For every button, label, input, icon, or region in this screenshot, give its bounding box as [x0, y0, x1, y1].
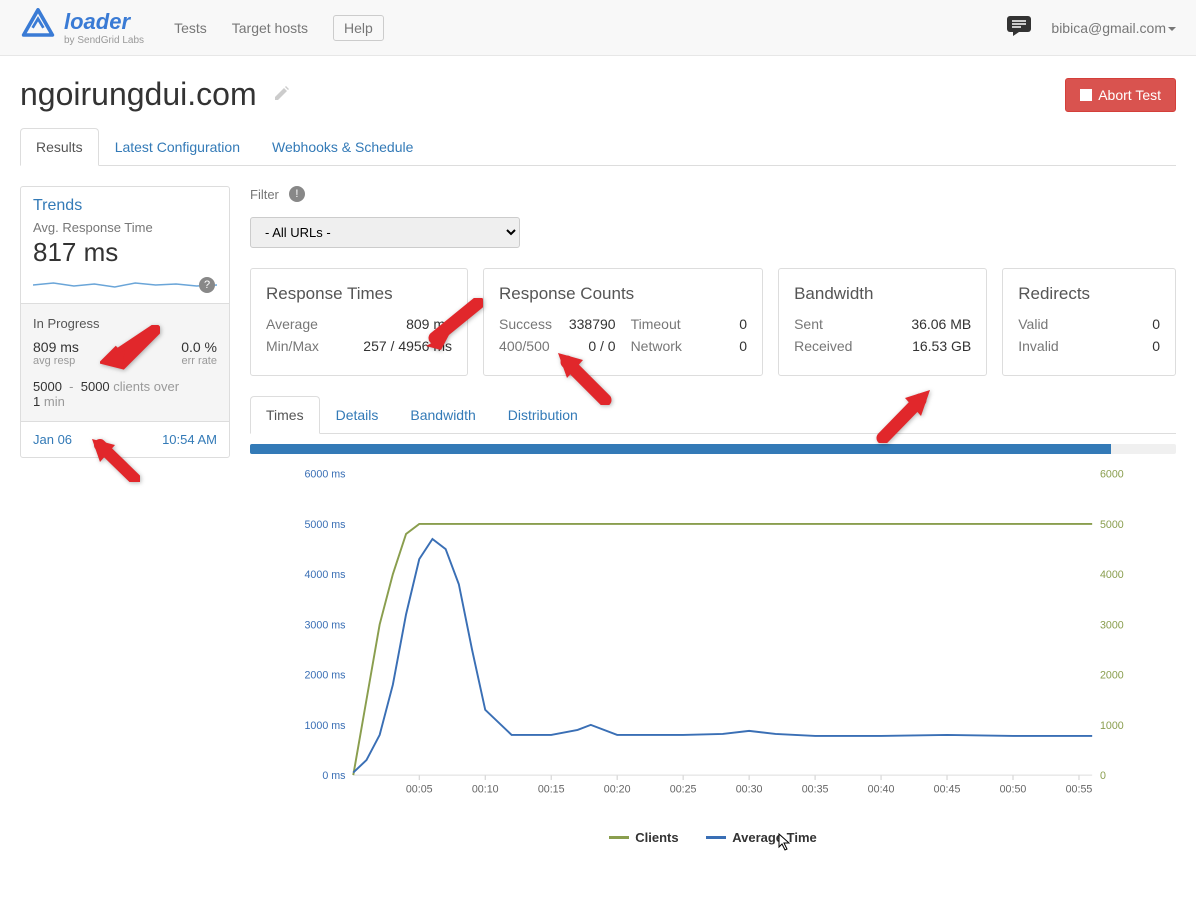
main-tabs: Results Latest Configuration Webhooks & …: [20, 128, 1176, 166]
svg-text:6000 ms: 6000 ms: [305, 469, 346, 481]
svg-text:4000: 4000: [1100, 569, 1124, 581]
trends-label: Avg. Response Time: [33, 220, 217, 235]
logo-subtitle: by SendGrid Labs: [64, 35, 144, 46]
svg-text:00:40: 00:40: [868, 784, 895, 796]
trends-value: 817 ms: [33, 237, 217, 268]
chart-tab-times[interactable]: Times: [250, 396, 320, 434]
err-rate-value: 0.0 %: [181, 339, 217, 355]
svg-text:2000 ms: 2000 ms: [305, 670, 346, 682]
card-title: Redirects: [1018, 284, 1160, 304]
logo[interactable]: loader by SendGrid Labs: [20, 8, 144, 47]
duration-value: 1: [33, 394, 40, 409]
svg-text:1000 ms: 1000 ms: [305, 720, 346, 732]
card-redirects: Redirects Valid0 Invalid0: [1002, 268, 1176, 376]
svg-text:00:50: 00:50: [1000, 784, 1027, 796]
in-progress-card[interactable]: In Progress 809 ms avg resp 0.0 % err ra…: [21, 303, 229, 422]
tab-latest-config[interactable]: Latest Configuration: [99, 128, 256, 166]
tab-webhooks[interactable]: Webhooks & Schedule: [256, 128, 429, 166]
test-progress-bar: [250, 444, 1176, 454]
help-button[interactable]: Help: [333, 15, 384, 41]
svg-text:3000 ms: 3000 ms: [305, 619, 346, 631]
svg-text:2000: 2000: [1100, 670, 1124, 682]
error-count: 0 / 0: [588, 338, 615, 354]
time-series-chart: 0 ms 1000 ms 2000 ms 3000 ms 4000 ms 5000 ms 6…: [250, 464, 1176, 814]
svg-text:00:55: 00:55: [1066, 784, 1093, 796]
card-response-times: Response Times Average809 ms Min/Max257 …: [250, 268, 468, 376]
card-title: Response Counts: [499, 284, 747, 304]
abort-label: Abort Test: [1098, 87, 1161, 103]
legend-avg-time[interactable]: Average Time: [706, 830, 817, 845]
bandwidth-received: 16.53 GB: [912, 338, 971, 354]
nav-tests[interactable]: Tests: [174, 20, 207, 36]
network-count: 0: [739, 338, 747, 354]
clients-to: 5000: [81, 379, 110, 394]
redirects-invalid: 0: [1152, 338, 1160, 354]
svg-text:00:25: 00:25: [670, 784, 697, 796]
progress-fill: [250, 444, 1111, 454]
chart-area: 0 ms 1000 ms 2000 ms 3000 ms 4000 ms 5000 ms 6…: [250, 464, 1176, 845]
in-progress-title: In Progress: [33, 316, 217, 331]
filter-select[interactable]: - All URLs -: [250, 217, 520, 248]
info-icon[interactable]: !: [289, 186, 305, 202]
svg-text:00:35: 00:35: [802, 784, 829, 796]
stop-icon: [1080, 89, 1092, 101]
test-time: 10:54 AM: [162, 432, 217, 447]
page-title: ngoirungdui.com: [20, 76, 257, 113]
avg-response-time: 809 ms: [406, 316, 452, 332]
success-count: 338790: [569, 316, 616, 332]
svg-text:00:30: 00:30: [736, 784, 763, 796]
abort-test-button[interactable]: Abort Test: [1065, 78, 1176, 112]
card-title: Bandwidth: [794, 284, 971, 304]
bandwidth-sent: 36.06 MB: [911, 316, 971, 332]
svg-text:00:10: 00:10: [472, 784, 499, 796]
avg-resp-label: avg resp: [33, 355, 79, 367]
user-menu[interactable]: bibica@gmail.com: [1051, 20, 1176, 36]
svg-text:00:15: 00:15: [538, 784, 565, 796]
svg-text:00:05: 00:05: [406, 784, 433, 796]
user-email: bibica@gmail.com: [1051, 20, 1166, 36]
main-content: Filter ! - All URLs - Response Times Ave…: [250, 186, 1176, 845]
trends-sparkline: ?: [33, 273, 217, 293]
chart-tab-bandwidth[interactable]: Bandwidth: [394, 396, 491, 434]
svg-text:4000 ms: 4000 ms: [305, 569, 346, 581]
chart-tab-distribution[interactable]: Distribution: [492, 396, 594, 434]
trends-title[interactable]: Trends: [33, 197, 217, 215]
card-bandwidth: Bandwidth Sent36.06 MB Received16.53 GB: [778, 268, 987, 376]
tab-results[interactable]: Results: [20, 128, 99, 166]
svg-text:0: 0: [1100, 770, 1106, 782]
svg-text:00:20: 00:20: [604, 784, 631, 796]
nav-target-hosts[interactable]: Target hosts: [232, 20, 308, 36]
chart-tab-details[interactable]: Details: [320, 396, 395, 434]
chevron-down-icon: [1168, 27, 1176, 31]
logo-title: loader: [64, 9, 144, 35]
svg-text:0 ms: 0 ms: [322, 770, 345, 782]
loader-logo-icon: [20, 8, 56, 47]
redirects-valid: 0: [1152, 316, 1160, 332]
svg-text:1000: 1000: [1100, 720, 1124, 732]
test-date: Jan 06: [33, 432, 72, 447]
card-title: Response Times: [266, 284, 452, 304]
legend-clients[interactable]: Clients: [609, 830, 678, 845]
edit-icon[interactable]: [272, 83, 292, 106]
clients-from: 5000: [33, 379, 62, 394]
chart-legend: Clients Average Time: [250, 827, 1176, 845]
filter-label: Filter: [250, 187, 279, 202]
chart-tabs: Times Details Bandwidth Distribution: [250, 396, 1176, 434]
svg-text:5000: 5000: [1100, 519, 1124, 531]
avg-resp-value: 809 ms: [33, 339, 79, 355]
timeout-count: 0: [739, 316, 747, 332]
svg-text:3000: 3000: [1100, 619, 1124, 631]
test-run-link[interactable]: Jan 06 10:54 AM: [21, 422, 229, 457]
card-response-counts: Response Counts Success338790 Timeout0 4…: [483, 268, 763, 376]
svg-text:5000 ms: 5000 ms: [305, 519, 346, 531]
sidebar: Trends Avg. Response Time 817 ms ? In Pr…: [20, 186, 230, 845]
svg-text:00:45: 00:45: [934, 784, 961, 796]
info-icon[interactable]: ?: [199, 277, 215, 293]
navbar: loader by SendGrid Labs Tests Target hos…: [0, 0, 1196, 56]
minmax-response-time: 257 / 4956 ms: [363, 338, 452, 354]
svg-text:6000: 6000: [1100, 469, 1124, 481]
err-rate-label: err rate: [181, 355, 217, 367]
chat-icon[interactable]: [1007, 16, 1031, 39]
